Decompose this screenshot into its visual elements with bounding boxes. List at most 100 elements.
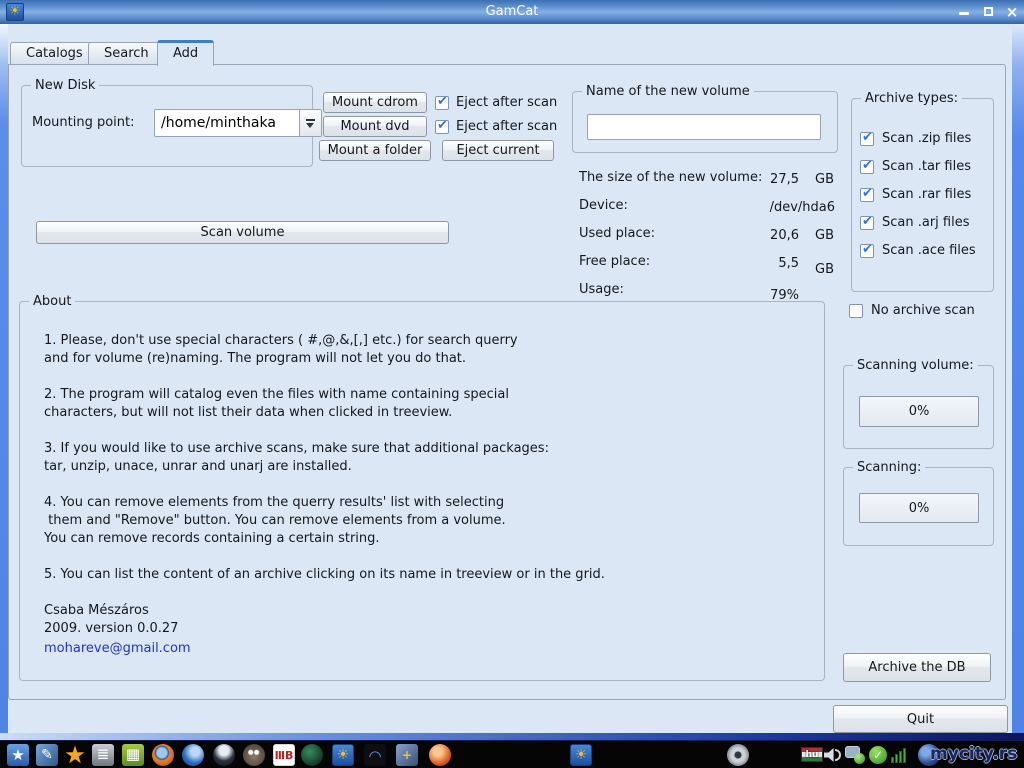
mounting-point-input[interactable]	[155, 110, 299, 136]
about-line: and for volume (re)naming. The program w…	[44, 351, 467, 366]
email-link[interactable]: mohareve@gmail.com	[44, 640, 814, 658]
about-legend: About	[29, 294, 76, 309]
about-line: 3. If you would like to use archive scan…	[44, 441, 549, 456]
text-document-icon[interactable]: ≣	[92, 744, 114, 766]
used-unit: GB	[815, 228, 834, 243]
add-tab-panel: New Disk Mounting point: Mount cdrom Mou…	[8, 64, 1006, 700]
window-border-right	[1012, 24, 1024, 733]
eject-current-button[interactable]: Eject current	[442, 140, 554, 161]
tab-catalogs[interactable]: Catalogs	[10, 42, 99, 65]
scanning-volume-group: Scanning volume: 0%	[843, 358, 994, 449]
gimp-icon[interactable]	[243, 744, 265, 766]
gamcat-window-button[interactable]: ☀	[570, 744, 592, 766]
desktop: ☀ GamCat × Catalogs Search Add New Disk …	[0, 0, 1024, 768]
scan-arj-label: Scan .arj files	[882, 215, 970, 230]
about-text: 1. Please, don't use special characters …	[44, 332, 814, 658]
bank-app-icon[interactable]: ⅢB	[273, 744, 295, 766]
bookmarks-star-icon[interactable]: ★	[64, 743, 86, 767]
scan-volume-button[interactable]: Scan volume	[36, 221, 449, 244]
scanning-progressbar: 0%	[859, 493, 979, 523]
minimize-button[interactable]	[956, 5, 972, 19]
keyboard-layout-icon[interactable]: hu	[801, 747, 823, 762]
archive-types-group: Archive types: Scan .zip files Scan .tar…	[851, 91, 994, 292]
scan-tar-checkbox[interactable]	[860, 158, 874, 174]
watermark-text: mycity.rs	[930, 744, 1018, 764]
size-value: 27,5	[770, 172, 799, 187]
kde-menu-icon[interactable]: ★	[7, 744, 29, 766]
scanning-legend: Scanning:	[853, 460, 926, 475]
scan-ace-label: Scan .ace files	[882, 243, 976, 258]
about-author: Csaba Mészáros	[44, 603, 149, 618]
eject-after-scan-cdrom-checkbox[interactable]	[435, 94, 449, 110]
about-line: characters, but will not list their data…	[44, 405, 453, 420]
scan-zip-label: Scan .zip files	[882, 131, 972, 146]
scan-arj-checkbox[interactable]	[860, 214, 874, 230]
about-line: them and "Remove" button. You can remove…	[44, 513, 506, 528]
dvd-tray-icon[interactable]	[727, 744, 749, 766]
archive-db-button[interactable]: Archive the DB	[843, 653, 991, 682]
mount-dvd-button[interactable]: Mount dvd	[323, 116, 427, 137]
no-archive-scan-label: No archive scan	[871, 303, 975, 318]
globe-app-icon[interactable]	[301, 744, 323, 766]
signal-strength-icon[interactable]	[891, 747, 909, 763]
volume-name-group: Name of the new volume	[572, 84, 838, 153]
combo-dropdown-button[interactable]	[299, 110, 321, 136]
eject-after-scan-dvd-checkbox[interactable]	[435, 118, 449, 134]
media-app-icon[interactable]	[213, 744, 235, 766]
firefox-icon[interactable]	[152, 744, 174, 766]
volume-name-input[interactable]	[587, 114, 821, 140]
scanning-volume-progressbar: 0%	[859, 396, 979, 427]
tab-search[interactable]: Search	[88, 42, 165, 65]
info-row-size: The size of the new volume: 27,5 GB	[579, 170, 834, 187]
dictionary-book-icon[interactable]: +	[396, 744, 418, 766]
taskbar: ★ ✎ ★ ≣ ▦ ⅢB ☀ ◠ + ☀ hu ✓ 17:48	[0, 740, 1024, 768]
window-titlebar[interactable]: ☀ GamCat ×	[0, 0, 1024, 24]
info-row-usage: Usage: 79%	[579, 282, 799, 303]
archive-types-legend: Archive types:	[861, 91, 962, 106]
combo-arrow-icon	[306, 119, 315, 121]
scan-rar-checkbox[interactable]	[860, 186, 874, 202]
music-player-icon[interactable]: ◠	[364, 744, 386, 766]
scan-rar-label: Scan .rar files	[882, 187, 972, 202]
close-button[interactable]: ×	[1004, 5, 1020, 20]
about-line: 5. You can list the content of an archiv…	[44, 567, 605, 582]
web-browser-icon[interactable]	[429, 744, 451, 766]
about-line: 2. The program will catalog even the fil…	[44, 387, 509, 402]
mount-cdrom-button[interactable]: Mount cdrom	[323, 92, 427, 113]
scan-tar-label: Scan .tar files	[882, 159, 971, 174]
about-line: tar, unzip, unace, unrar and unarj are i…	[44, 459, 352, 474]
note-editor-icon[interactable]: ✎	[36, 744, 58, 766]
quit-button[interactable]: Quit	[833, 705, 1008, 733]
scan-zip-checkbox[interactable]	[860, 130, 874, 146]
tab-add[interactable]: Add	[157, 40, 215, 66]
about-line: You can remove records containing a cert…	[44, 531, 380, 546]
info-row-device: Device: /dev/hda6	[579, 198, 835, 215]
scan-ace-checkbox[interactable]	[860, 242, 874, 258]
eject-after-scan-cdrom-label: Eject after scan	[456, 95, 558, 110]
mounting-point-label: Mounting point:	[32, 115, 135, 130]
scanning-volume-legend: Scanning volume:	[853, 358, 978, 373]
maximize-button[interactable]	[981, 5, 997, 19]
window-title: GamCat	[485, 4, 539, 19]
about-line: 1. Please, don't use special characters …	[44, 333, 518, 348]
used-value: 20,6	[770, 228, 799, 243]
window-border-left	[0, 24, 8, 733]
spreadsheet-icon[interactable]: ▦	[122, 744, 144, 766]
size-unit: GB	[815, 172, 834, 187]
new-disk-legend: New Disk	[31, 78, 100, 93]
mount-folder-button[interactable]: Mount a folder	[319, 140, 431, 161]
messenger-icon[interactable]	[845, 746, 865, 764]
about-line: 4. You can remove elements from the quer…	[44, 495, 505, 510]
volume-icon[interactable]	[824, 747, 842, 763]
new-disk-group: New Disk Mounting point:	[21, 78, 322, 167]
gamcat-launcher-icon[interactable]: ☀	[332, 744, 354, 766]
free-value: 5,5	[778, 256, 799, 271]
mounting-point-combobox[interactable]	[154, 109, 322, 137]
no-archive-scan-checkbox[interactable]	[849, 304, 863, 318]
volume-name-legend: Name of the new volume	[582, 84, 754, 99]
thunderbird-icon[interactable]	[182, 744, 204, 766]
info-row-free: Free place: 5,5 GB	[579, 254, 834, 277]
window-border-bottom	[0, 733, 1024, 740]
updates-ok-icon[interactable]: ✓	[869, 746, 887, 764]
scanning-group: Scanning: 0%	[843, 460, 994, 546]
